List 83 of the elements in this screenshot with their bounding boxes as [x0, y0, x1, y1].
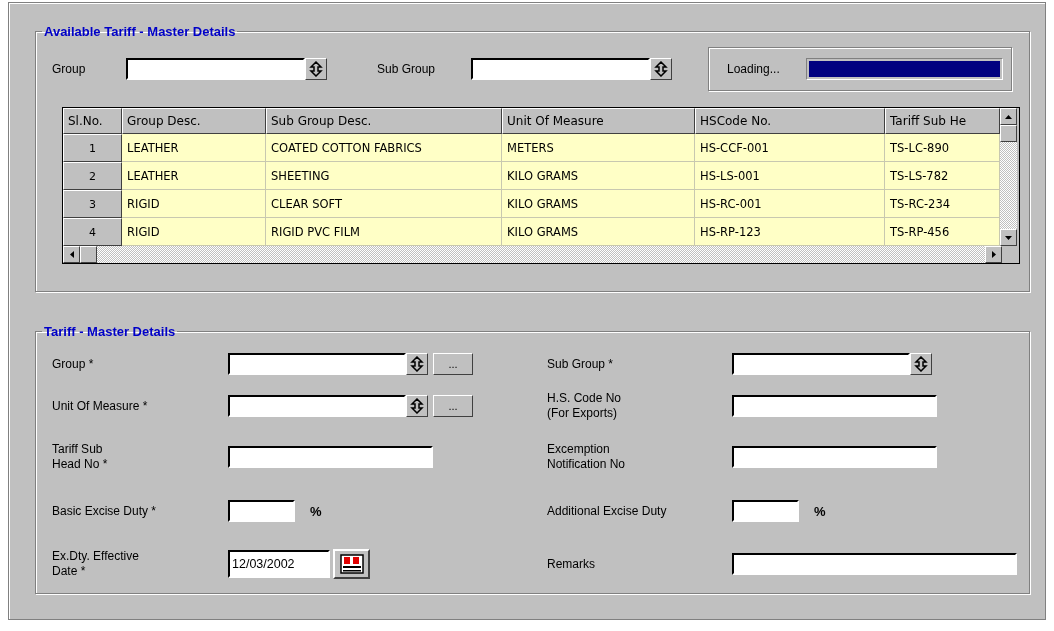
column-header[interactable]: HSCode No. [695, 108, 885, 134]
field-label: H.S. Code No (For Exports) [547, 391, 623, 421]
field-label: Basic Excise Duty * [52, 503, 158, 519]
row-number: 1 [63, 134, 122, 162]
up-down-arrow-icon [410, 356, 424, 372]
scroll-down-button[interactable] [1000, 229, 1017, 246]
field-label: Sub Group * [547, 356, 615, 372]
table-cell: LEATHER [122, 134, 266, 162]
table-cell: RIGID [122, 190, 266, 218]
table-cell: KILO GRAMS [502, 162, 695, 190]
down-arrow-icon [1005, 235, 1012, 240]
field-label: Unit Of Measure * [52, 398, 149, 414]
input-field[interactable] [732, 553, 1017, 575]
spin-button[interactable] [650, 58, 672, 80]
percent-sign: % [814, 503, 826, 519]
up-down-arrow-icon [410, 398, 424, 414]
input-field[interactable] [126, 58, 305, 80]
table-cell: TS-RC-234 [885, 190, 1000, 218]
table-cell: HS-RC-001 [695, 190, 885, 218]
input-field[interactable] [732, 500, 799, 522]
field-label: Group [52, 62, 87, 76]
input-field[interactable] [732, 353, 910, 375]
scroll-up-button[interactable] [1000, 108, 1017, 125]
table-cell: LEATHER [122, 162, 266, 190]
date-field[interactable]: 12/03/2002 [228, 550, 330, 578]
table-cell: RIGID [122, 218, 266, 246]
right-arrow-icon [991, 251, 996, 258]
scroll-left-button[interactable] [63, 246, 80, 263]
table-cell: RIGID PVC FILM [266, 218, 502, 246]
group-title: Available Tariff - Master Details [43, 24, 237, 39]
column-header[interactable]: Unit Of Measure [502, 108, 695, 134]
table-cell: HS-CCF-001 [695, 134, 885, 162]
column-header[interactable]: Sl.No. [63, 108, 122, 134]
column-header[interactable]: Sub Group Desc. [266, 108, 502, 134]
scroll-thumb[interactable] [1000, 125, 1017, 142]
field-label: Additional Excise Duty [547, 503, 668, 519]
input-field[interactable] [228, 353, 406, 375]
spin-button[interactable] [406, 353, 428, 375]
row-number: 4 [63, 218, 122, 246]
row-number: 2 [63, 162, 122, 190]
table-cell: HS-RP-123 [695, 218, 885, 246]
left-arrow-icon [69, 251, 74, 258]
table-cell: KILO GRAMS [502, 190, 695, 218]
column-header[interactable]: Group Desc. [122, 108, 266, 134]
up-down-arrow-icon [914, 356, 928, 372]
up-arrow-icon [1005, 114, 1012, 119]
table-cell: HS-LS-001 [695, 162, 885, 190]
table-cell: TS-LS-782 [885, 162, 1000, 190]
table-cell: TS-LC-890 [885, 134, 1000, 162]
field-label: Sub Group [377, 62, 437, 76]
group-title: Tariff - Master Details [43, 324, 177, 339]
table-cell: METERS [502, 134, 695, 162]
spin-button[interactable] [406, 395, 428, 417]
spin-button[interactable] [305, 58, 327, 80]
field-label: Tariff Sub Head No * [52, 442, 109, 472]
spin-button[interactable] [910, 353, 932, 375]
input-field[interactable] [228, 500, 295, 522]
input-field[interactable] [732, 446, 937, 468]
up-down-arrow-icon [654, 61, 668, 77]
input-field[interactable] [471, 58, 650, 80]
scroll-thumb[interactable] [80, 246, 97, 263]
progress-label: Loading... [727, 62, 781, 76]
table-cell: CLEAR SOFT [266, 190, 502, 218]
up-down-arrow-icon [309, 61, 323, 77]
input-field[interactable] [228, 395, 406, 417]
calendar-icon [339, 554, 364, 574]
browse-button[interactable]: ... [433, 353, 473, 375]
table-cell: TS-RP-456 [885, 218, 1000, 246]
field-label: Excemption Notification No [547, 442, 627, 472]
scroll-right-button[interactable] [985, 246, 1002, 263]
field-label: Remarks [547, 556, 596, 572]
table-cell: SHEETING [266, 162, 502, 190]
calendar-button[interactable] [333, 549, 370, 579]
percent-sign: % [310, 503, 322, 519]
input-field[interactable] [228, 446, 433, 468]
row-number: 3 [63, 190, 122, 218]
browse-button[interactable]: ... [433, 395, 473, 417]
table-cell: KILO GRAMS [502, 218, 695, 246]
field-label: Group * [52, 356, 95, 372]
field-label: Ex.Dty. Effective Date * [52, 549, 140, 579]
table-cell: COATED COTTON FABRICS [266, 134, 502, 162]
column-header[interactable]: Tariff Sub He [885, 108, 1000, 134]
input-field[interactable] [732, 395, 937, 417]
